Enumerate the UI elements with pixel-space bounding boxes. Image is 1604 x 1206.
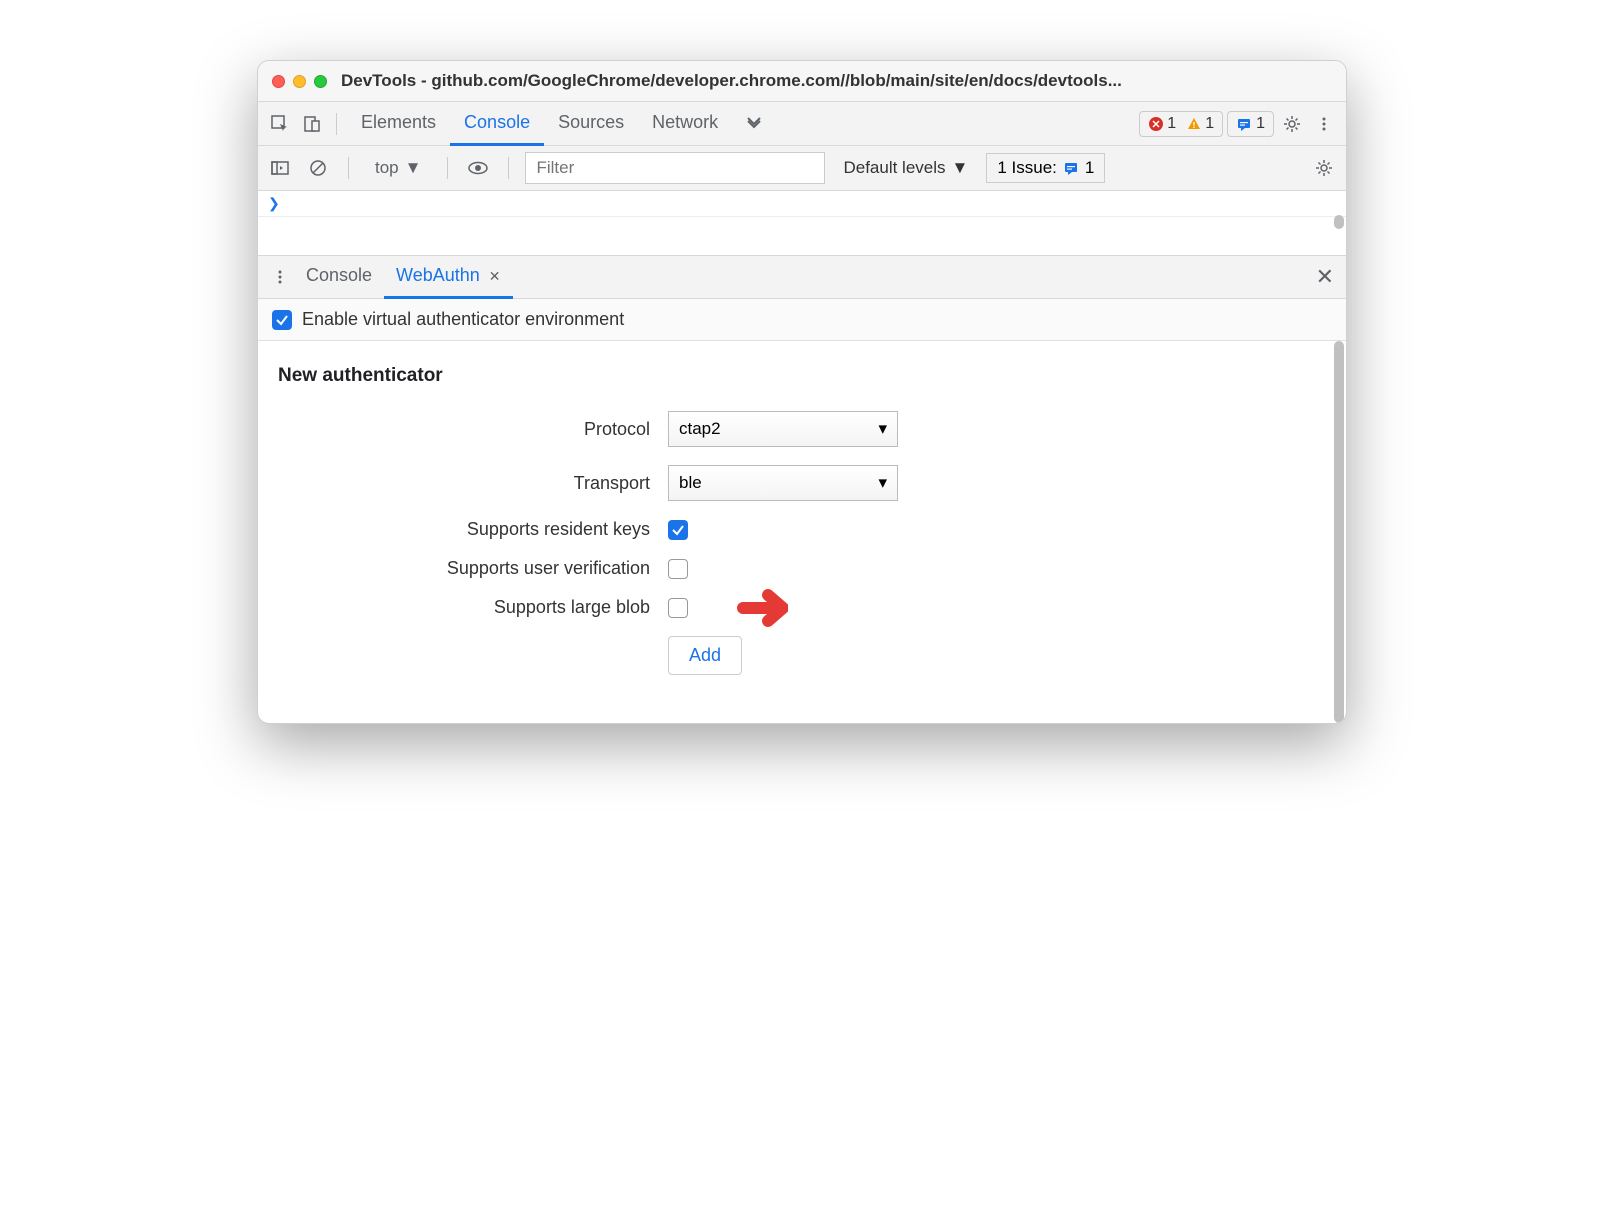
transport-value: ble — [679, 473, 702, 493]
tab-console[interactable]: Console — [450, 102, 544, 146]
drawer-close-icon[interactable]: ✕ — [1316, 264, 1334, 290]
user-verification-label: Supports user verification — [278, 558, 668, 579]
console-sidebar-toggle-icon[interactable] — [266, 154, 294, 182]
resident-keys-label: Supports resident keys — [278, 519, 668, 540]
window-title: DevTools - github.com/GoogleChrome/devel… — [341, 71, 1332, 91]
enable-virtual-authenticator-row: Enable virtual authenticator environment — [258, 299, 1346, 341]
transport-label: Transport — [278, 473, 668, 494]
new-authenticator-section: New authenticator Protocol ctap2 ▾ Trans… — [258, 341, 1346, 723]
error-badge: 1 — [1148, 115, 1176, 133]
maximize-window-button[interactable] — [314, 75, 327, 88]
more-tabs-icon[interactable] — [736, 116, 772, 132]
enable-checkbox[interactable] — [272, 310, 292, 330]
more-menu-icon[interactable] — [1310, 110, 1338, 138]
protocol-value: ctap2 — [679, 419, 721, 439]
enable-label: Enable virtual authenticator environment — [302, 309, 624, 330]
devtools-window: DevTools - github.com/GoogleChrome/devel… — [257, 60, 1347, 724]
tab-close-icon[interactable]: ✕ — [489, 268, 501, 284]
user-verification-row: Supports user verification — [278, 558, 1326, 579]
protocol-label: Protocol — [278, 419, 668, 440]
drawer-tab-webauthn[interactable]: WebAuthn ✕ — [384, 255, 512, 299]
issue-icon — [1236, 116, 1252, 132]
dropdown-icon: ▾ — [878, 473, 887, 493]
console-settings-icon[interactable] — [1310, 154, 1338, 182]
dropdown-icon: ▼ — [952, 158, 969, 178]
error-warning-badges[interactable]: 1 1 — [1139, 111, 1223, 137]
divider — [508, 157, 509, 179]
annotation-arrow-icon — [718, 583, 788, 633]
inspect-element-icon[interactable] — [266, 110, 294, 138]
context-selector[interactable]: top ▼ — [365, 154, 431, 182]
drawer-tab-console[interactable]: Console — [294, 255, 384, 299]
tab-elements[interactable]: Elements — [347, 102, 450, 146]
filter-input[interactable] — [525, 152, 825, 184]
section-title: New authenticator — [278, 365, 1326, 387]
warning-icon — [1186, 116, 1202, 132]
error-icon — [1148, 116, 1164, 132]
warning-count: 1 — [1205, 115, 1214, 133]
tab-network[interactable]: Network — [638, 102, 732, 146]
context-value: top — [375, 158, 399, 178]
divider — [336, 113, 337, 135]
main-tabs: Elements Console Sources Network — [347, 102, 732, 146]
device-toggle-icon[interactable] — [298, 110, 326, 138]
divider — [348, 157, 349, 179]
clear-console-icon[interactable] — [304, 154, 332, 182]
dropdown-icon: ▼ — [405, 158, 422, 178]
large-blob-checkbox[interactable] — [668, 598, 688, 618]
large-blob-label: Supports large blob — [278, 597, 668, 618]
warning-badge: 1 — [1186, 115, 1214, 133]
issue-icon — [1063, 160, 1079, 176]
transport-row: Transport ble ▾ — [278, 465, 1326, 501]
resident-keys-row: Supports resident keys — [278, 519, 1326, 540]
issues-badge[interactable]: 1 — [1227, 111, 1274, 137]
traffic-lights — [272, 75, 327, 88]
issues-count: 1 — [1085, 158, 1094, 178]
add-button-row: Add — [278, 636, 1326, 675]
minimize-window-button[interactable] — [293, 75, 306, 88]
issues-counter[interactable]: 1 Issue: 1 — [986, 153, 1105, 183]
protocol-row: Protocol ctap2 ▾ — [278, 411, 1326, 447]
console-toolbar: top ▼ Default levels ▼ 1 Issue: 1 — [258, 146, 1346, 191]
close-window-button[interactable] — [272, 75, 285, 88]
scrollbar[interactable] — [1334, 193, 1344, 229]
main-toolbar: Elements Console Sources Network 1 1 1 — [258, 102, 1346, 146]
issues-label: 1 Issue: — [997, 158, 1057, 178]
live-expression-icon[interactable] — [464, 154, 492, 182]
settings-icon[interactable] — [1278, 110, 1306, 138]
window-titlebar: DevTools - github.com/GoogleChrome/devel… — [258, 61, 1346, 102]
protocol-select[interactable]: ctap2 ▾ — [668, 411, 898, 447]
drawer-menu-icon[interactable] — [266, 263, 294, 291]
console-prompt-indicator: ❯ — [258, 191, 1346, 217]
add-button[interactable]: Add — [668, 636, 742, 675]
transport-select[interactable]: ble ▾ — [668, 465, 898, 501]
large-blob-row: Supports large blob — [278, 597, 1326, 618]
tab-sources[interactable]: Sources — [544, 102, 638, 146]
resident-keys-checkbox[interactable] — [668, 520, 688, 540]
dropdown-icon: ▾ — [878, 419, 887, 439]
divider — [447, 157, 448, 179]
log-level-selector[interactable]: Default levels ▼ — [835, 158, 976, 178]
scrollbar[interactable] — [1334, 341, 1344, 723]
drawer-tab-webauthn-label: WebAuthn — [396, 265, 480, 285]
user-verification-checkbox[interactable] — [668, 559, 688, 579]
drawer-tabbar: Console WebAuthn ✕ ✕ — [258, 255, 1346, 299]
error-count: 1 — [1167, 115, 1176, 133]
log-level-value: Default levels — [843, 158, 945, 178]
issues-count: 1 — [1256, 115, 1265, 133]
